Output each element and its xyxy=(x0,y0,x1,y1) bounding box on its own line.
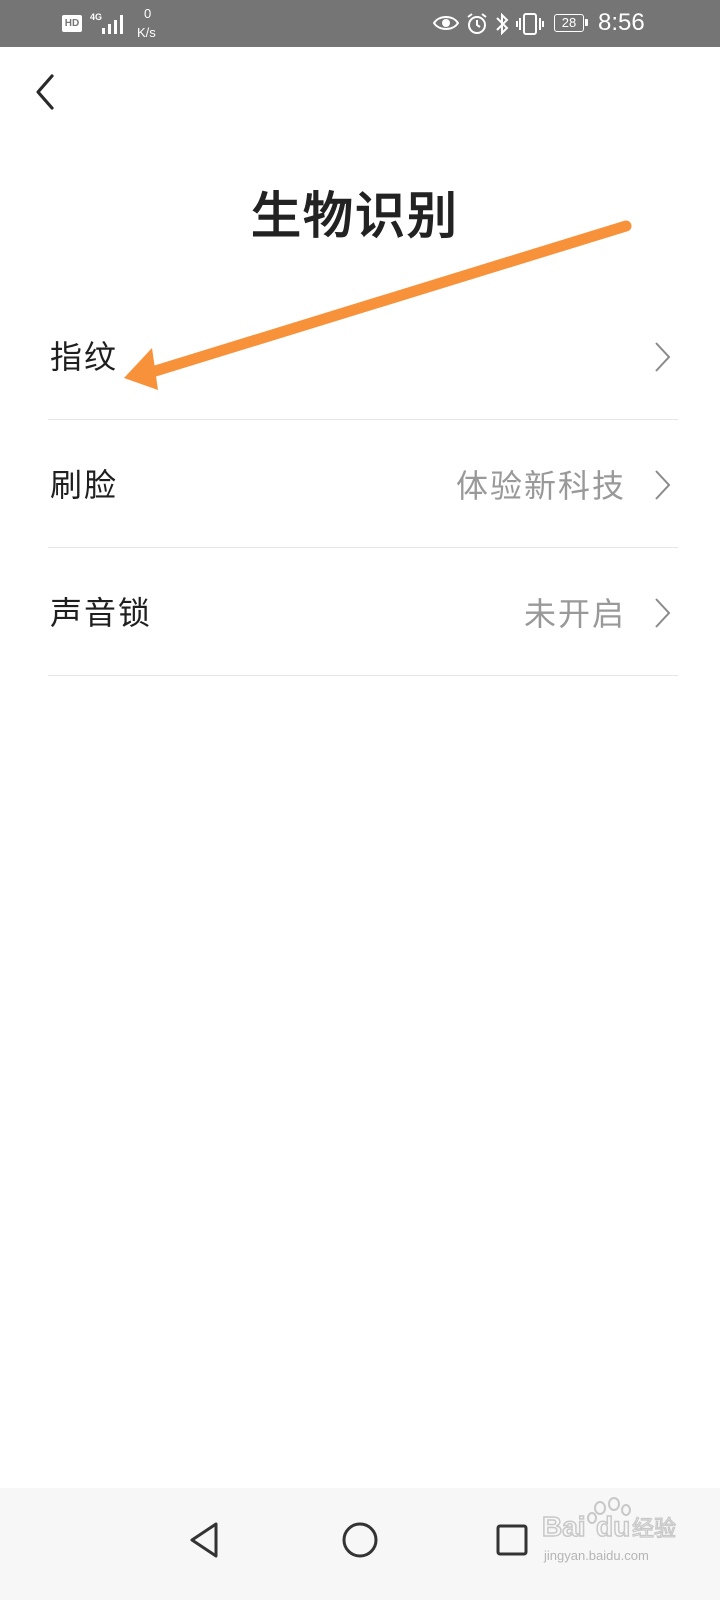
annotation-arrow xyxy=(124,220,632,390)
item-value: 未开启 xyxy=(523,595,626,633)
watermark-url: jingyan.baidu.com xyxy=(544,1548,649,1563)
chevron-right-icon xyxy=(655,598,671,628)
svg-text:经验: 经验 xyxy=(632,1517,676,1542)
item-label: 刷脸 xyxy=(50,466,119,504)
list-item-voice-lock[interactable]: 声音锁 未开启 xyxy=(48,548,678,676)
list-item-face[interactable]: 刷脸 体验新科技 xyxy=(48,420,678,548)
baidu-watermark-logo: Bai du 经验 xyxy=(541,1497,677,1543)
back-triangle-icon[interactable] xyxy=(176,1510,236,1570)
home-circle-icon[interactable] xyxy=(330,1510,390,1570)
item-value: 体验新科技 xyxy=(455,467,626,505)
svg-text:Bai: Bai xyxy=(542,1511,586,1542)
svg-text:du: du xyxy=(596,1511,630,1542)
chevron-right-icon xyxy=(655,470,671,500)
recents-square-icon[interactable] xyxy=(482,1510,542,1570)
item-label: 声音锁 xyxy=(50,594,153,632)
